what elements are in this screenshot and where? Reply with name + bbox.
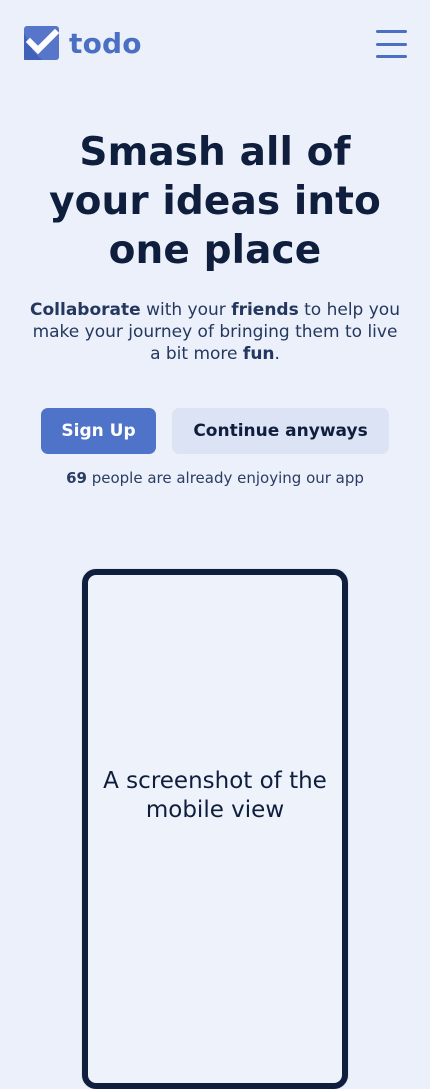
- sign-up-button[interactable]: Sign Up: [41, 408, 156, 454]
- navbar: todo: [0, 0, 430, 88]
- call-to-action-buttons: Sign Up Continue anyways: [41, 408, 389, 454]
- subtitle-friends: friends: [231, 300, 299, 320]
- logo-text: todo: [69, 26, 142, 60]
- user-count: 69: [66, 469, 87, 487]
- menu-button[interactable]: [376, 30, 408, 58]
- checkmark-box-icon: [24, 26, 60, 60]
- subtitle-fun: fun: [242, 344, 275, 364]
- hamburger-menu-icon: [376, 55, 407, 58]
- brand-logo[interactable]: todo: [24, 26, 142, 61]
- social-proof: 69 people are already enjoying our app: [0, 468, 430, 488]
- social-proof-text: people are already enjoying our app: [86, 469, 364, 487]
- subtitle-text-1: with your: [140, 300, 232, 320]
- mobile-preview-frame: A screenshot of the mobile view: [82, 569, 348, 1089]
- hero-section: Smash all of your ideas into one place C…: [0, 128, 430, 365]
- mobile-preview-screen: A screenshot of the mobile view: [92, 579, 338, 1079]
- hamburger-menu-icon: [376, 30, 407, 33]
- subtitle-collaborate: Collaborate: [30, 300, 141, 320]
- hero-subtitle: Collaborate with your friends to help yo…: [27, 299, 403, 365]
- hamburger-menu-icon: [376, 42, 407, 46]
- subtitle-period: .: [274, 344, 280, 364]
- hero-title: Smash all of your ideas into one place: [49, 130, 381, 273]
- mobile-preview-caption: A screenshot of the mobile view: [103, 768, 327, 823]
- continue-anyways-button[interactable]: Continue anyways: [172, 408, 389, 454]
